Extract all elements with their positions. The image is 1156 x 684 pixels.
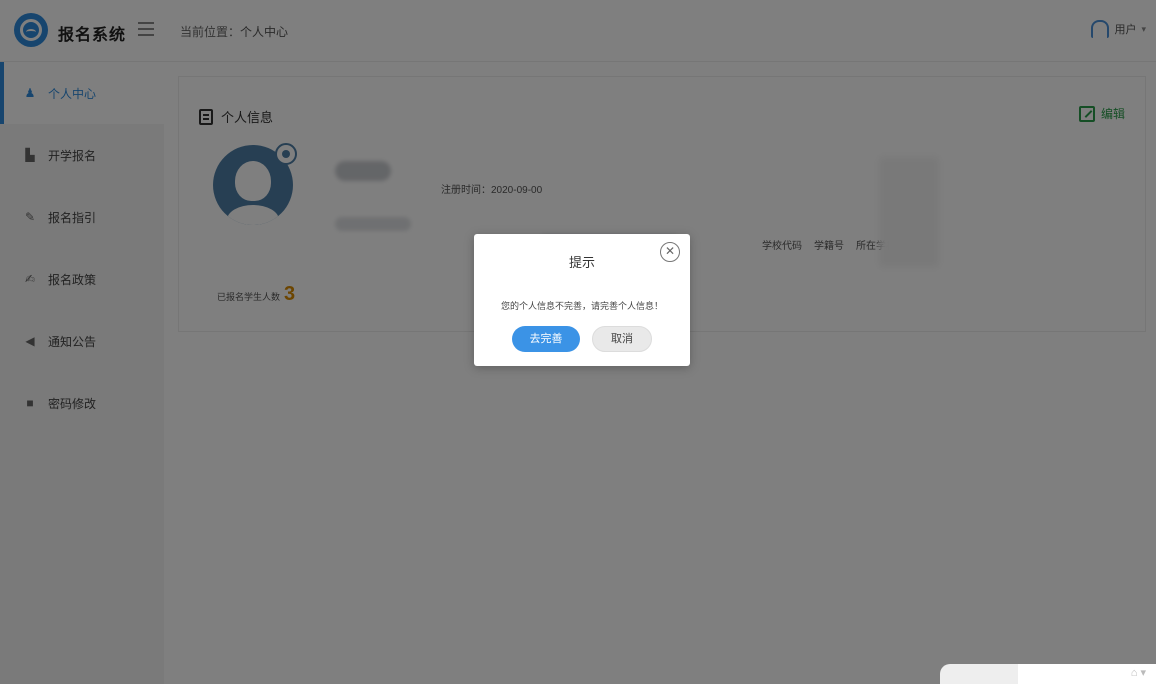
prompt-dialog: 提示 ✕ 您的个人信息不完善，请完善个人信息！ 去完善 取消	[474, 234, 690, 366]
complete-info-button[interactable]: 去完善	[512, 326, 580, 352]
dialog-message: 您的个人信息不完善，请完善个人信息！	[500, 301, 663, 311]
cancel-button[interactable]: 取消	[592, 326, 652, 352]
close-icon[interactable]: ✕	[660, 242, 680, 262]
dialog-title: 提示	[568, 255, 595, 270]
tray-icons: ⌂ ▾	[1130, 667, 1146, 679]
bottom-panel	[940, 664, 1018, 684]
